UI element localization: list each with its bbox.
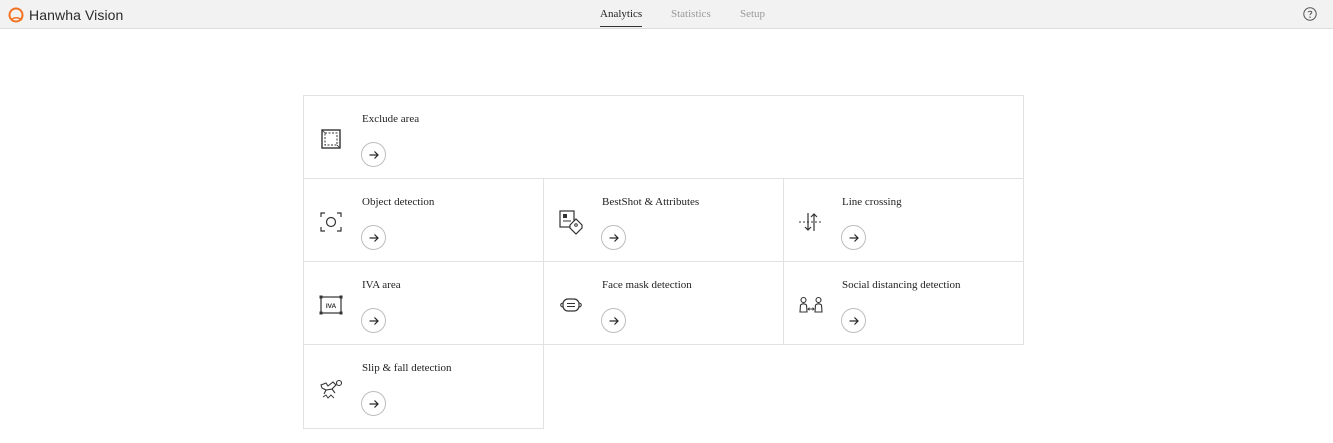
arrow-right-icon	[609, 233, 619, 242]
open-social-distancing-button[interactable]	[841, 308, 866, 333]
arrow-right-icon	[369, 233, 379, 242]
open-object-detection-button[interactable]	[361, 225, 386, 250]
card-title: Object detection	[362, 196, 435, 208]
analytics-grid: Exclude area Object detection BestShot &…	[303, 95, 1024, 429]
iva-icon-text: IVA	[326, 303, 337, 310]
card-iva-area[interactable]: IVA IVA area	[303, 261, 544, 345]
iva-area-icon: IVA	[318, 292, 344, 318]
tab-statistics[interactable]: Statistics	[671, 8, 711, 20]
top-bar: Hanwha Vision Analytics Statistics Setup	[0, 0, 1333, 29]
slip-fall-icon	[318, 375, 344, 401]
arrow-right-icon	[369, 399, 379, 408]
open-line-crossing-button[interactable]	[841, 225, 866, 250]
card-slip-fall-detection[interactable]: Slip & fall detection	[303, 344, 544, 429]
open-iva-area-button[interactable]	[361, 308, 386, 333]
line-crossing-icon	[798, 209, 824, 235]
card-title: Face mask detection	[602, 279, 692, 291]
tab-analytics[interactable]: Analytics	[600, 8, 643, 27]
social-distancing-icon	[798, 292, 824, 318]
open-bestshot-button[interactable]	[601, 225, 626, 250]
card-title: Exclude area	[362, 113, 420, 125]
card-bestshot-attributes[interactable]: BestShot & Attributes	[543, 178, 784, 262]
arrow-right-icon	[369, 316, 379, 325]
exclude-area-icon	[318, 126, 344, 152]
card-title: Social distancing detection	[842, 279, 961, 291]
arrow-right-icon	[609, 316, 619, 325]
card-title: IVA area	[362, 279, 401, 291]
card-line-crossing[interactable]: Line crossing	[783, 178, 1024, 262]
card-social-distancing-detection[interactable]: Social distancing detection	[783, 261, 1024, 345]
card-title: BestShot & Attributes	[602, 196, 700, 208]
arrow-right-icon	[849, 233, 859, 242]
card-face-mask-detection[interactable]: Face mask detection	[543, 261, 784, 345]
card-title: Line crossing	[842, 196, 902, 208]
tab-setup[interactable]: Setup	[740, 8, 765, 20]
card-exclude-area[interactable]: Exclude area	[303, 95, 1024, 179]
card-title: Slip & fall detection	[362, 362, 452, 374]
face-mask-icon	[558, 292, 584, 318]
open-exclude-area-button[interactable]	[361, 142, 386, 167]
arrow-right-icon	[849, 316, 859, 325]
object-detection-icon	[318, 209, 344, 235]
card-object-detection[interactable]: Object detection	[303, 178, 544, 262]
open-slip-fall-button[interactable]	[361, 391, 386, 416]
open-face-mask-button[interactable]	[601, 308, 626, 333]
bestshot-icon	[558, 209, 584, 235]
help-circle-icon[interactable]	[1303, 7, 1317, 21]
arrow-right-icon	[369, 150, 379, 159]
